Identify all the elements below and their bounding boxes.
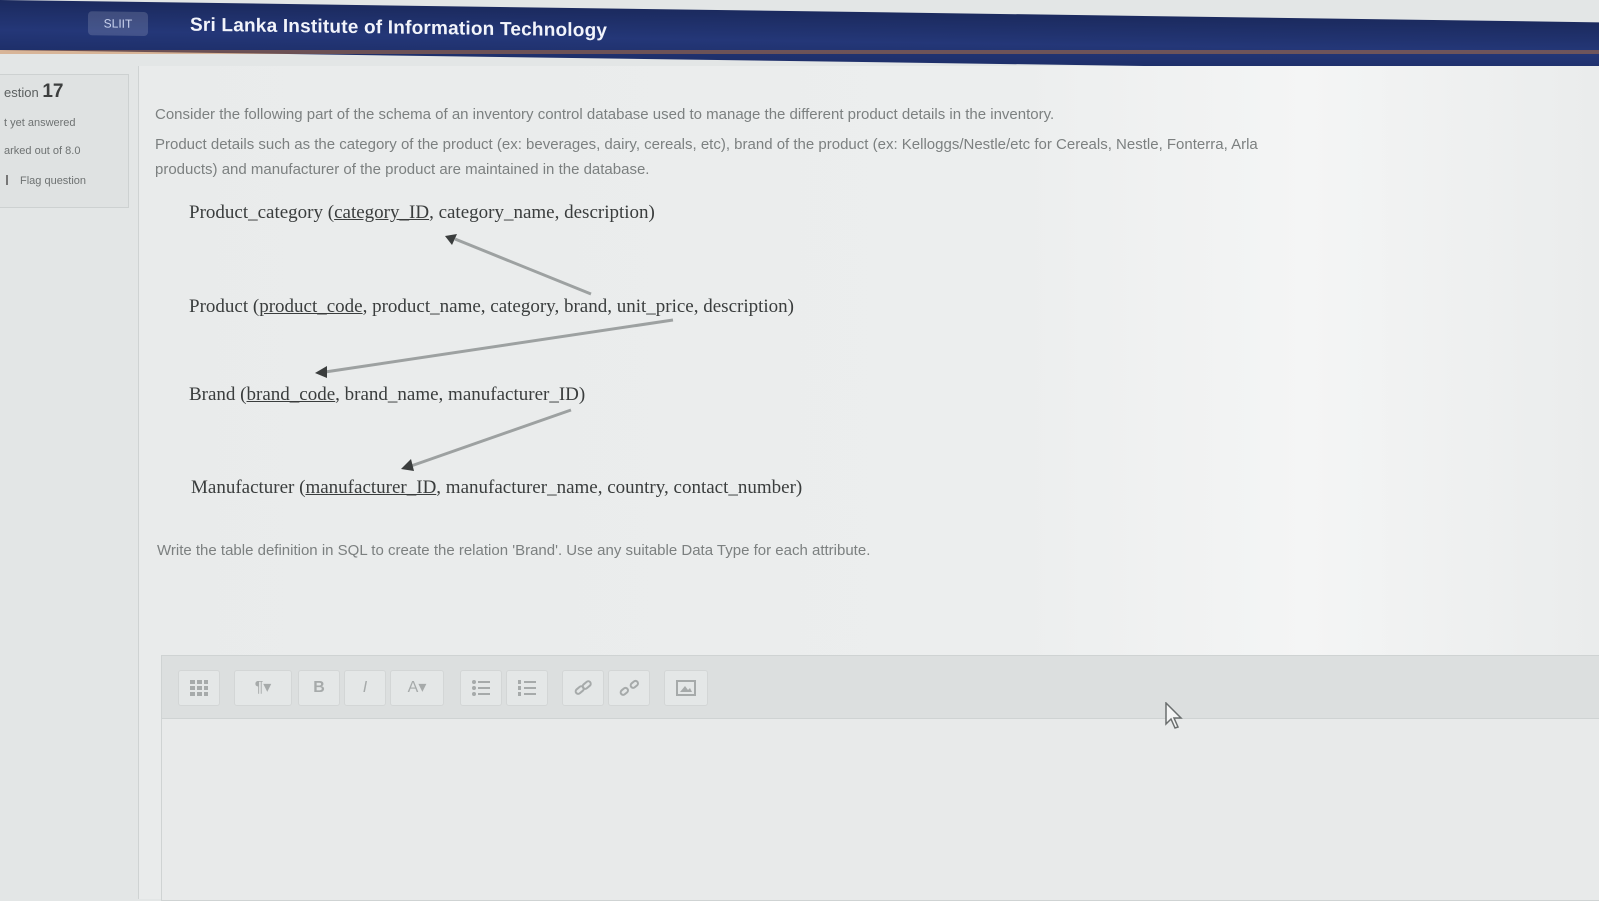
flag-icon xyxy=(6,175,16,185)
italic-button[interactable]: I xyxy=(344,670,386,706)
question-info-block: estion 17 t yet answered arked out of 8.… xyxy=(0,74,129,208)
grid-icon xyxy=(190,679,208,696)
question-panel: Consider the following part of the schem… xyxy=(138,66,1599,901)
question-number: 17 xyxy=(42,81,64,102)
numbered-list-icon xyxy=(518,679,536,696)
bold-button[interactable]: B xyxy=(298,670,340,706)
site-title: Sri Lanka Institute of Information Techn… xyxy=(190,14,608,42)
question-status: t yet answered xyxy=(4,117,76,129)
fk-arrow-manufacturer xyxy=(410,408,572,468)
flag-question-link[interactable]: Flag question xyxy=(6,175,86,187)
question-marks: arked out of 8.0 xyxy=(4,145,81,157)
mouse-pointer-icon xyxy=(1165,702,1183,729)
site-header: SLIIT Sri Lanka Institute of Information… xyxy=(0,0,1599,73)
ordered-list-button[interactable] xyxy=(506,670,548,706)
paragraph-style-button[interactable]: ¶▾ xyxy=(234,670,292,706)
link-button[interactable] xyxy=(562,670,604,706)
sliit-logo[interactable]: SLIIT xyxy=(88,11,148,37)
unlink-icon xyxy=(619,679,639,696)
insert-image-button[interactable] xyxy=(664,670,708,706)
foreign-key-arrows xyxy=(315,234,674,471)
header-accent-line xyxy=(0,50,1599,54)
fk-arrow-brand xyxy=(324,318,674,374)
unordered-list-button[interactable] xyxy=(460,670,502,706)
toggle-toolbar-button[interactable] xyxy=(178,670,220,706)
question-label: estion 17 xyxy=(4,81,64,102)
unlink-button[interactable] xyxy=(608,670,650,706)
editor-toolbar: ¶▾ B I A▾ xyxy=(162,656,1599,719)
answer-text-area[interactable] xyxy=(162,719,1599,900)
arrowhead-icon xyxy=(315,366,327,378)
font-color-button[interactable]: A▾ xyxy=(390,670,444,706)
arrowhead-icon xyxy=(401,459,414,471)
bullet-list-icon xyxy=(472,679,490,696)
question-instruction: Write the table definition in SQL to cre… xyxy=(157,542,871,559)
flag-question-label: Flag question xyxy=(20,175,87,187)
image-icon xyxy=(676,679,696,696)
fk-arrow-category xyxy=(454,237,592,296)
link-icon xyxy=(574,680,592,695)
answer-editor: ¶▾ B I A▾ xyxy=(161,655,1599,901)
